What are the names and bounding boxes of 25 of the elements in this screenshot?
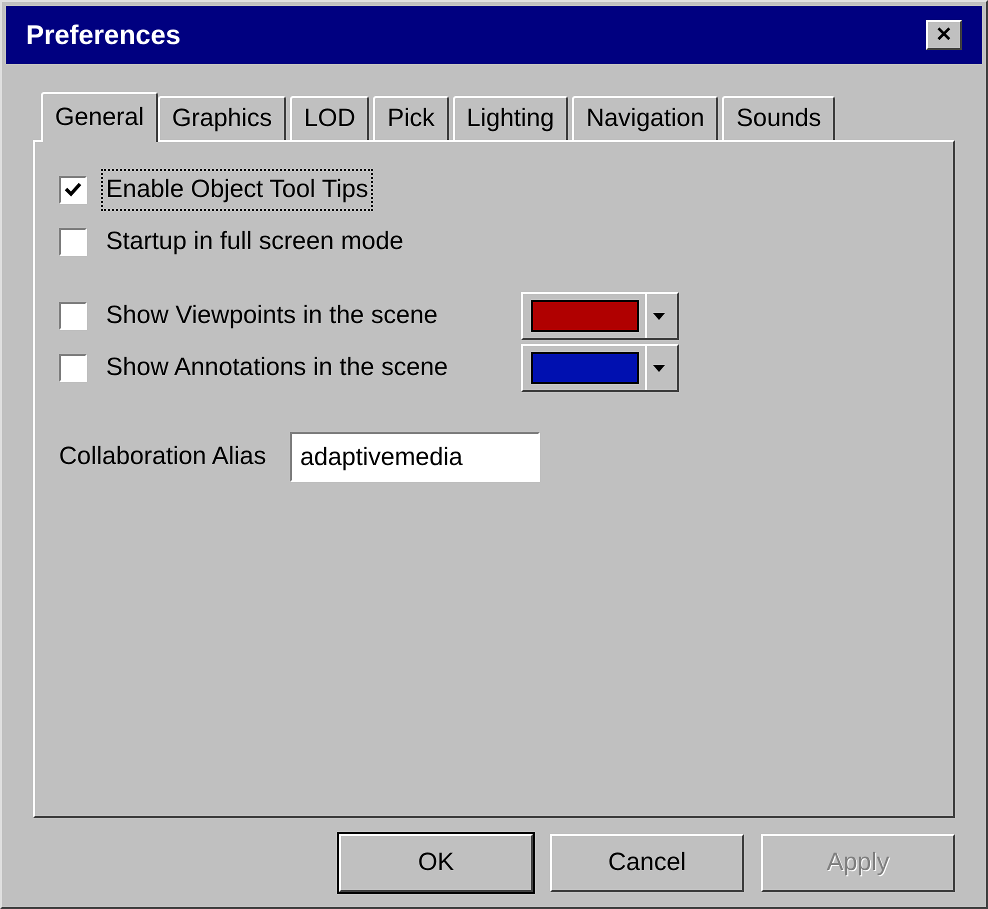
color-dropdown[interactable] xyxy=(521,292,679,340)
close-button[interactable]: ✕ xyxy=(926,20,962,50)
tab[interactable]: General xyxy=(41,92,158,142)
checkbox[interactable] xyxy=(59,176,87,204)
window-title: Preferences xyxy=(26,18,181,52)
checkbox-label[interactable]: Startup in full screen mode xyxy=(101,221,408,263)
dialog-button[interactable]: OK xyxy=(339,834,533,892)
color-dropdown[interactable] xyxy=(521,344,679,392)
checkbox[interactable] xyxy=(59,354,87,382)
tab[interactable]: Navigation xyxy=(572,96,718,140)
tab[interactable]: Graphics xyxy=(158,96,286,140)
alias-field[interactable]: adaptivemedia xyxy=(290,432,540,482)
dropdown-arrow-icon xyxy=(653,312,665,320)
alias-label: Collaboration Alias xyxy=(59,441,266,472)
checkbox[interactable] xyxy=(59,302,87,330)
checkbox[interactable] xyxy=(59,228,87,256)
tab[interactable]: Lighting xyxy=(452,96,568,140)
dialog-button[interactable]: Cancel xyxy=(550,834,744,892)
checkbox-label[interactable]: Show Annotations in the scene xyxy=(101,347,521,389)
dropdown-arrow-icon xyxy=(653,364,665,372)
checkbox-label[interactable]: Show Viewpoints in the scene xyxy=(101,295,521,337)
tab[interactable]: LOD xyxy=(290,96,370,140)
tab[interactable]: Pick xyxy=(373,96,449,140)
checkbox-label[interactable]: Enable Object Tool Tips xyxy=(101,169,374,211)
tab[interactable]: Sounds xyxy=(722,96,836,140)
